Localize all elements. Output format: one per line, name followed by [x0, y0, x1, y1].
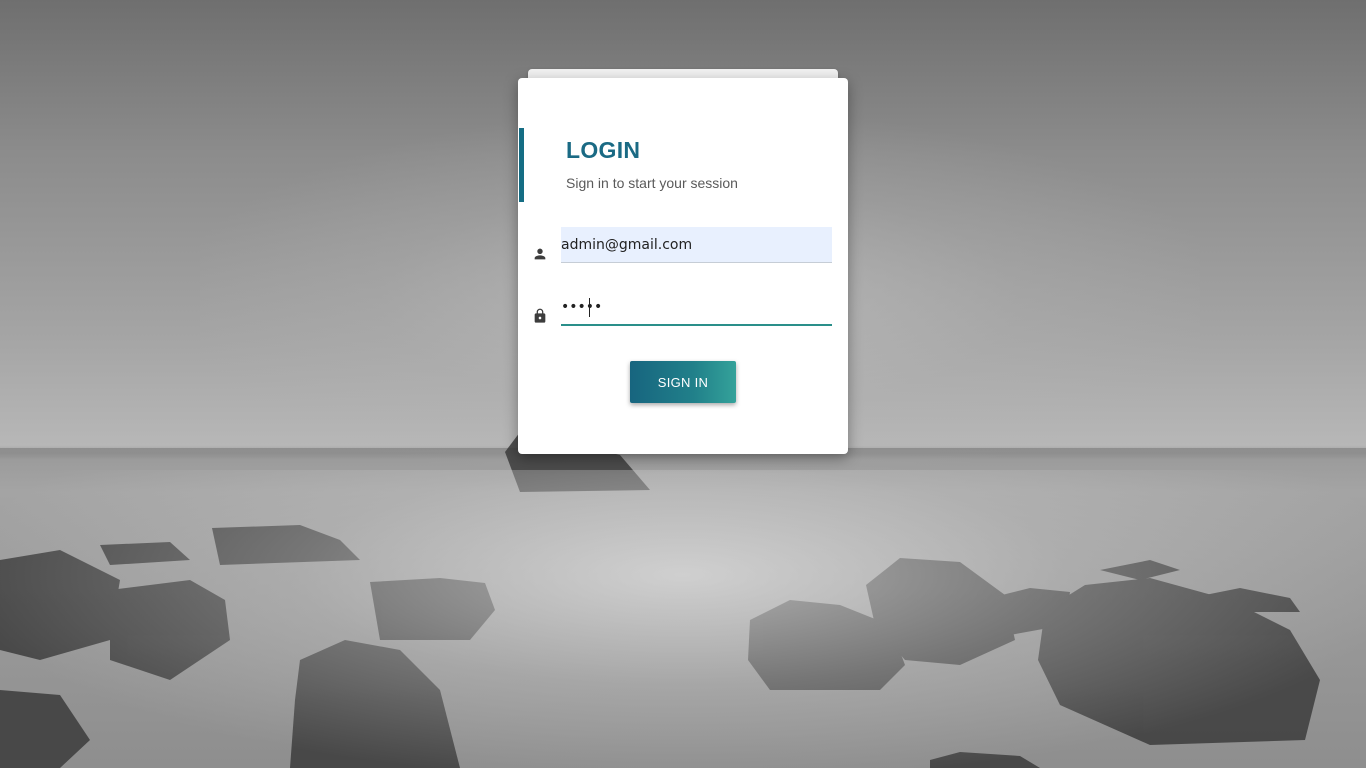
- mist: [0, 470, 1366, 768]
- title-accent-bar: [519, 128, 524, 202]
- lock-icon: [532, 308, 548, 324]
- login-subtitle: Sign in to start your session: [566, 175, 738, 191]
- login-card: LOGIN Sign in to start your session SIGN…: [518, 78, 848, 454]
- email-field[interactable]: [561, 227, 832, 263]
- text-caret: [589, 298, 590, 317]
- sign-in-button[interactable]: SIGN IN: [630, 361, 736, 403]
- password-field[interactable]: [561, 290, 832, 326]
- login-title: LOGIN: [566, 137, 641, 163]
- person-icon: [532, 246, 548, 262]
